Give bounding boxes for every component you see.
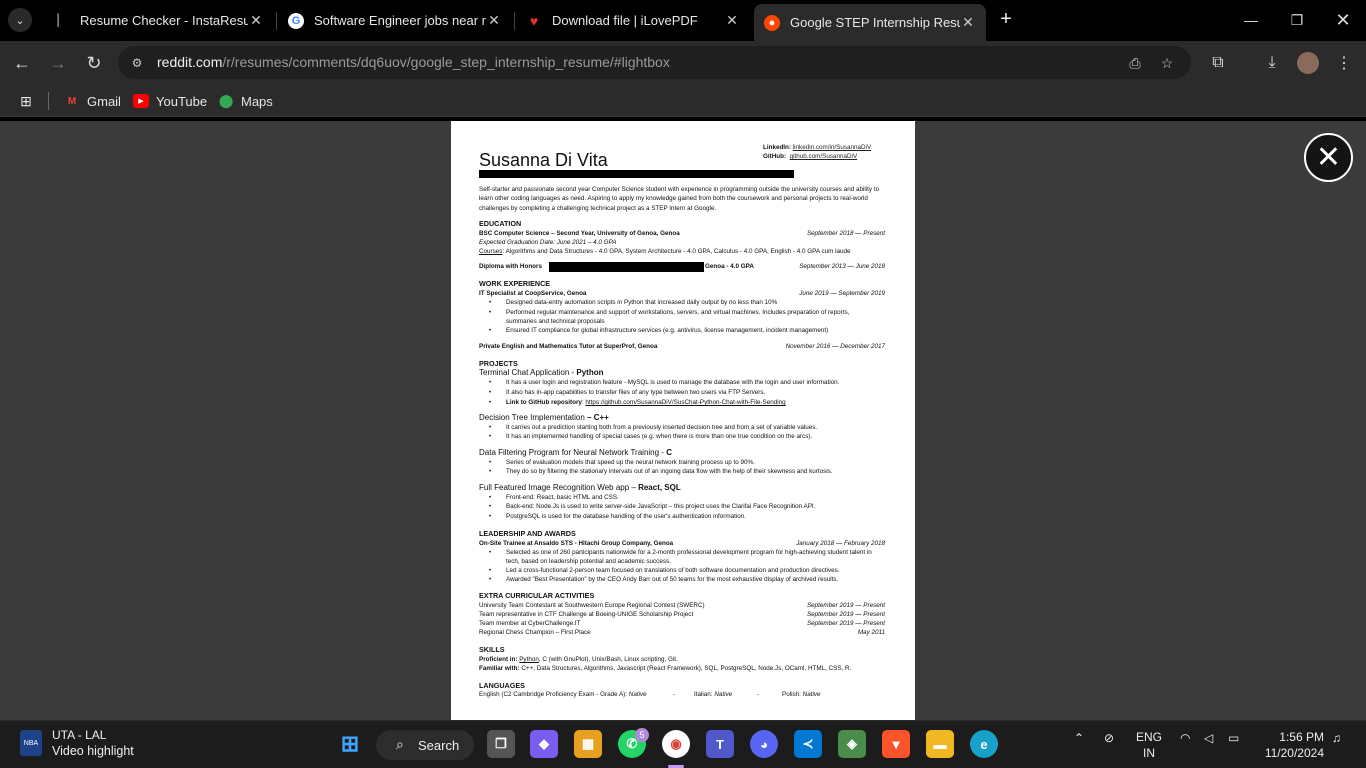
url-text[interactable]: reddit.com/r/resumes/comments/dq6uov/goo… bbox=[157, 54, 670, 70]
volume-icon[interactable]: ◁ bbox=[1204, 731, 1213, 745]
resume-name: Susanna Di Vita bbox=[479, 150, 608, 170]
store-icon[interactable]: ▦ bbox=[574, 730, 602, 758]
show-hidden-icons[interactable]: ⌃ bbox=[1074, 731, 1084, 745]
resume-image: Susanna Di Vita LinkedIn: linkedin.com/i… bbox=[451, 121, 915, 720]
tab-instaresume[interactable]: ▏ Resume Checker - InstaResume ✕ bbox=[44, 4, 274, 37]
copilot-icon[interactable]: ◆ bbox=[530, 730, 558, 758]
resume-contact: LinkedIn: linkedin.com/in/SusannaDiV Git… bbox=[763, 144, 872, 160]
install-app-icon[interactable]: ⎙ bbox=[1124, 52, 1146, 74]
nba-icon: NBA bbox=[20, 730, 42, 756]
tab-search-button[interactable]: ⌄ bbox=[8, 8, 32, 32]
ilovepdf-icon: ♥ bbox=[529, 12, 539, 29]
git-icon[interactable]: ◈ bbox=[838, 730, 866, 758]
education-heading: EDUCATION bbox=[479, 219, 522, 228]
network-off-icon[interactable]: ⊘ bbox=[1104, 731, 1114, 745]
tab-ilovepdf[interactable]: ♥ Download file | iLovePDF ✕ bbox=[516, 4, 750, 37]
work-heading: WORK EXPERIENCE bbox=[479, 279, 551, 288]
taskbar-search[interactable]: ⌕ Search bbox=[376, 730, 474, 760]
address-bar[interactable]: ⚙ reddit.com/r/resumes/comments/dq6uov/g… bbox=[118, 46, 1191, 79]
forward-button[interactable]: → bbox=[44, 49, 72, 77]
search-icon: ⌕ bbox=[396, 736, 404, 752]
site-info-icon[interactable]: ⚙ bbox=[128, 54, 146, 72]
taskbar: NBA UTA - LAL Video highlight ⊞ ⌕ Search … bbox=[0, 720, 1366, 768]
close-lightbox-button[interactable]: ✕ bbox=[1304, 133, 1353, 182]
download-icon[interactable]: ⤓ bbox=[1258, 49, 1286, 77]
notifications-icon[interactable]: ♫ bbox=[1332, 731, 1341, 745]
maps-icon: ⬤ bbox=[218, 93, 234, 108]
file-explorer-icon[interactable]: ▬ bbox=[926, 730, 954, 758]
vscode-icon[interactable]: ≺ bbox=[794, 730, 822, 758]
browser-toolbar: ← → ↻ ⚙ reddit.com/r/resumes/comments/dq… bbox=[0, 41, 1366, 84]
resume-summary: Self-starter and passionate second year … bbox=[479, 186, 880, 212]
task-view-icon[interactable]: ❐ bbox=[487, 730, 515, 758]
apps-grid-icon[interactable]: ⊞ bbox=[18, 91, 41, 111]
news-widget[interactable]: NBA UTA - LAL Video highlight bbox=[20, 728, 134, 758]
clock[interactable]: 1:56 PM 11/20/2024 bbox=[1258, 729, 1324, 761]
lightbox-overlay: Susanna Di Vita LinkedIn: linkedin.com/i… bbox=[0, 121, 1366, 720]
battery-icon[interactable]: ▭ bbox=[1228, 731, 1239, 745]
skills-heading: SKILLS bbox=[479, 645, 505, 654]
gmail-icon: M bbox=[67, 95, 77, 107]
languages-heading: LANGUAGES bbox=[479, 681, 525, 690]
tab-strip: ⌄ ▏ Resume Checker - InstaResume ✕ G Sof… bbox=[0, 0, 1366, 41]
close-tab-icon[interactable]: ✕ bbox=[248, 12, 264, 29]
edge-icon[interactable]: e bbox=[970, 730, 998, 758]
profile-avatar[interactable] bbox=[1297, 52, 1319, 74]
bookmark-star-icon[interactable]: ☆ bbox=[1156, 52, 1178, 74]
notification-badge: 5 bbox=[635, 728, 649, 742]
extra-heading: EXTRA CURRICULAR ACTIVITIES bbox=[479, 591, 595, 600]
windows-start-icon[interactable]: ⊞ bbox=[336, 730, 364, 758]
menu-icon[interactable]: ⋮ bbox=[1330, 49, 1358, 77]
bookmark-maps[interactable]: ⬤ Maps bbox=[218, 91, 273, 111]
redaction-bar bbox=[549, 262, 704, 272]
new-tab-button[interactable]: + bbox=[994, 8, 1018, 32]
bookmark-gmail[interactable]: M Gmail bbox=[64, 91, 121, 111]
close-tab-icon[interactable]: ✕ bbox=[960, 14, 976, 31]
extensions-icon[interactable]: ⧉ bbox=[1204, 49, 1232, 77]
wifi-icon[interactable]: ◠ bbox=[1180, 731, 1190, 745]
chrome-icon[interactable]: ◉ bbox=[662, 730, 690, 758]
reload-button[interactable]: ↻ bbox=[80, 49, 108, 77]
tab-software-jobs[interactable]: G Software Engineer jobs near me ✕ bbox=[278, 4, 512, 37]
teams-icon[interactable]: T bbox=[706, 730, 734, 758]
discord-icon[interactable]: ◕ bbox=[750, 730, 778, 758]
reddit-icon: ● bbox=[764, 14, 780, 31]
youtube-icon: ▶ bbox=[133, 94, 149, 108]
github-repo-link: https://github.com/SusannaDiV/SusChat-Py… bbox=[585, 399, 786, 406]
close-tab-icon[interactable]: ✕ bbox=[486, 12, 502, 29]
close-window-button[interactable]: ✕ bbox=[1320, 0, 1366, 40]
language-indicator[interactable]: ENG IN bbox=[1134, 729, 1164, 761]
leadership-heading: LEADERSHIP AND AWARDS bbox=[479, 529, 576, 538]
projects-heading: PROJECTS bbox=[479, 359, 518, 368]
minimize-button[interactable]: — bbox=[1228, 0, 1274, 40]
tab-google-step-resume[interactable]: ● Google STEP Internship Resume ✕ bbox=[754, 4, 986, 41]
instaresume-icon: ▏ bbox=[57, 15, 67, 27]
redaction-bar bbox=[479, 170, 794, 178]
close-tab-icon[interactable]: ✕ bbox=[724, 12, 740, 29]
brave-icon[interactable]: ▼ bbox=[882, 730, 910, 758]
back-button[interactable]: ← bbox=[8, 49, 36, 77]
bookmarks-bar: ⊞ M Gmail ▶ YouTube ⬤ Maps bbox=[0, 84, 1366, 117]
restore-button[interactable]: ❐ bbox=[1274, 0, 1320, 40]
bookmark-youtube[interactable]: ▶ YouTube bbox=[133, 91, 207, 111]
google-icon: G bbox=[288, 12, 304, 29]
